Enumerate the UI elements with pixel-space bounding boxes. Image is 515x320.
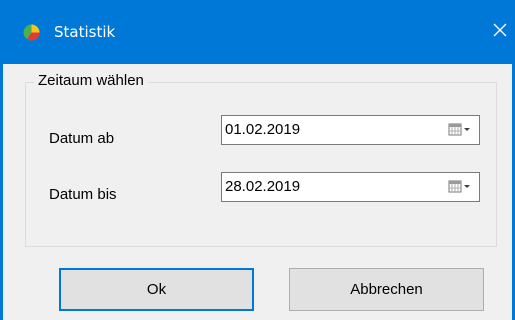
date-to-value[interactable]: 28.02.2019 <box>225 178 300 196</box>
calendar-dropdown-icon[interactable] <box>443 178 475 196</box>
date-to-picker[interactable]: 28.02.2019 <box>221 172 480 202</box>
date-from-picker[interactable]: 01.02.2019 <box>221 115 480 145</box>
close-icon <box>492 22 508 42</box>
date-from-value[interactable]: 01.02.2019 <box>225 121 300 139</box>
groupbox-legend: Zeitaum wählen <box>34 71 148 91</box>
date-range-groupbox <box>25 82 497 247</box>
cancel-button-label: Abbrechen <box>350 281 423 298</box>
pie-chart-icon <box>23 24 40 41</box>
cancel-button[interactable]: Abbrechen <box>289 268 484 311</box>
date-to-label: Datum bis <box>49 186 117 203</box>
window-border-left <box>0 64 3 320</box>
ok-button[interactable]: Ok <box>59 268 254 311</box>
title-bar[interactable]: Statistik <box>0 0 515 64</box>
close-button[interactable] <box>485 14 515 50</box>
date-from-label: Datum ab <box>49 130 115 147</box>
statistik-dialog: Statistik Zeitaum wählen Datum ab 01.02.… <box>0 0 515 320</box>
window-title: Statistik <box>54 23 116 41</box>
calendar-dropdown-icon[interactable] <box>443 121 475 139</box>
ok-button-label: Ok <box>146 281 167 298</box>
